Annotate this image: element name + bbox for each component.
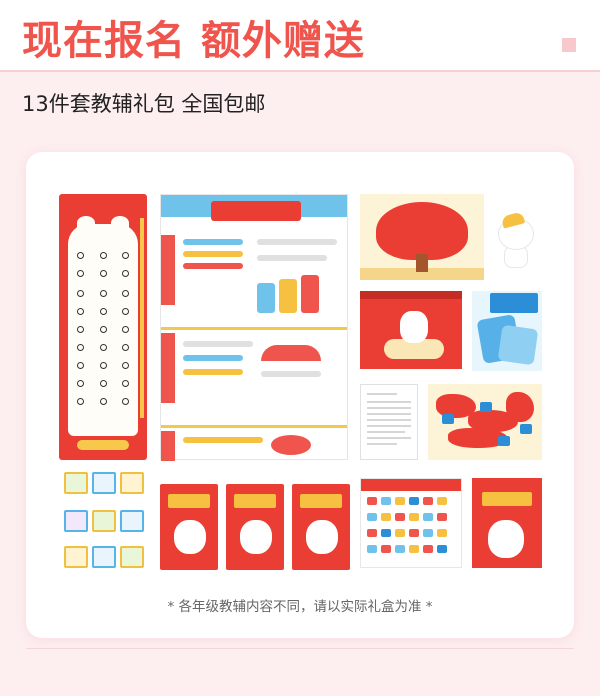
growth-notebook	[292, 484, 350, 570]
dictionary-book	[472, 478, 542, 568]
flash-card	[92, 546, 116, 568]
gift-pack-subtitle: 13件套教辅礼包 全国包邮	[22, 92, 266, 116]
sticker-sheet	[360, 478, 462, 568]
classic-reading-book	[160, 484, 218, 570]
eye-chart-poster	[59, 194, 147, 460]
parent-letter	[360, 384, 418, 460]
page-title: 现在报名 额外赠送	[22, 18, 365, 64]
flash-card	[64, 472, 88, 494]
flash-card	[64, 510, 88, 532]
vocabulary-book	[226, 484, 284, 570]
knowledge-tree-poster	[360, 194, 484, 280]
square-icon	[562, 38, 576, 52]
flash-card	[92, 510, 116, 532]
flash-card	[120, 510, 144, 532]
disclaimer-note: * 各年级教辅内容不同，请以实际礼盒为准 *	[167, 599, 433, 615]
bottom-divider	[26, 648, 574, 649]
blue-card-box	[472, 291, 542, 371]
knowledge-poster	[160, 194, 348, 461]
flash-card	[64, 546, 88, 568]
flash-card	[120, 472, 144, 494]
flash-card	[92, 472, 116, 494]
red-gift-box	[360, 291, 462, 369]
adventure-map-poster	[428, 384, 542, 460]
mascot-figure	[494, 211, 538, 270]
flash-card	[120, 546, 144, 568]
header-divider	[0, 70, 600, 72]
